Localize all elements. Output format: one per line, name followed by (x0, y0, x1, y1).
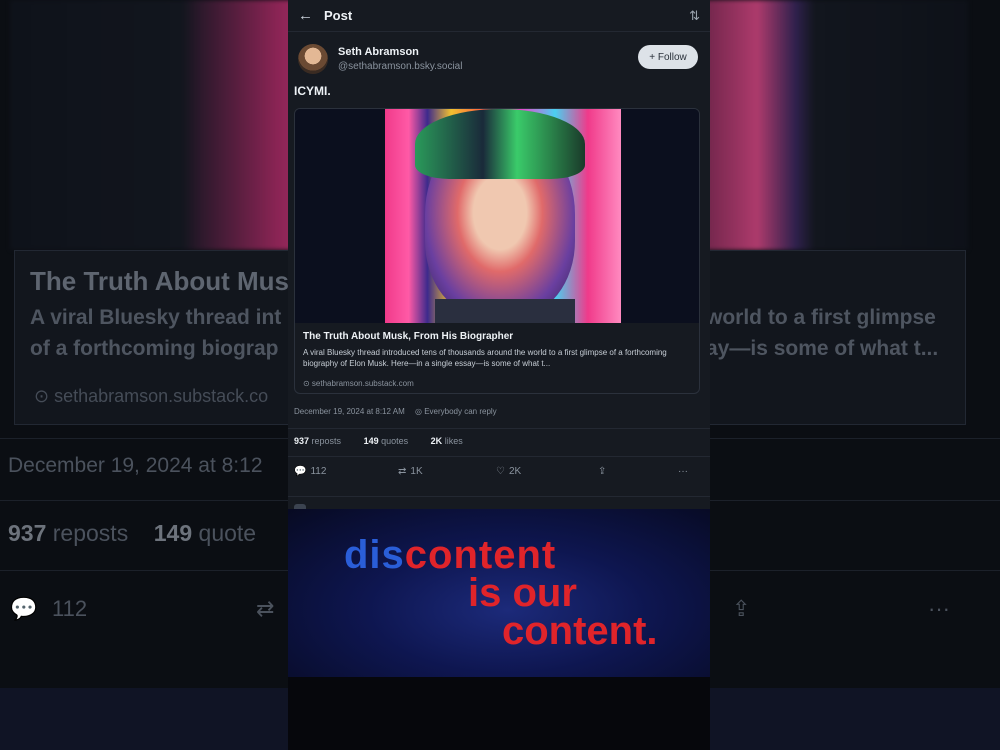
divider (288, 456, 710, 457)
page-title: Post (324, 8, 353, 23)
share-button[interactable]: ⇪ (598, 466, 606, 477)
globe-icon: ◎ (414, 407, 422, 416)
background-reply-count: 112 (52, 596, 88, 621)
video-overlay: discontent is our content. (288, 509, 710, 677)
link-card[interactable]: The Truth About Musk, From His Biographe… (294, 108, 700, 394)
reposts-count: 937 (294, 436, 310, 446)
background-desc-right1: world to a first glimpse (706, 306, 936, 329)
likes-stat[interactable]: 2K likes (431, 436, 473, 446)
link-card-description: A viral Bluesky thread introduced tens o… (303, 348, 667, 368)
divider (288, 428, 710, 429)
more-icon: ··· (678, 466, 688, 477)
like-button[interactable]: ♡ 2K (496, 466, 521, 477)
quotes-count: 149 (363, 436, 379, 446)
post-meta: December 19, 2024 at 8:12 AM ◎ Everybody… (294, 407, 497, 416)
repost-button[interactable]: ⇄ 1K (398, 466, 423, 477)
avatar[interactable] (298, 44, 328, 74)
like-count: 2K (508, 466, 522, 477)
quotes-label: quotes (381, 436, 409, 446)
overlay-dis: dis (344, 533, 405, 577)
background-desc-line1: A viral Bluesky thread int (30, 306, 282, 329)
quotes-stat[interactable]: 149 quotes (364, 436, 419, 446)
top-bar: ← Post ⇅ (288, 0, 710, 32)
sort-icon[interactable]: ⇅ (689, 8, 700, 24)
likes-label: likes (444, 436, 463, 446)
background-reply-icon: 💬 (10, 596, 38, 621)
reposts-stat[interactable]: 937 reposts (294, 436, 351, 446)
background-reposts-count: 937 (8, 520, 47, 546)
more-button[interactable]: ··· (678, 466, 688, 477)
background-reposts-label: reposts (52, 520, 129, 546)
background-desc-line2: of a forthcoming biograp (30, 337, 279, 360)
author-row: Seth Abramson @sethabramson.bsky.social … (296, 42, 702, 78)
post-timestamp: December 19, 2024 at 8:12 AM (294, 407, 405, 416)
portrait-hair (415, 109, 585, 179)
reply-icon: 💬 (294, 466, 307, 477)
author-handle[interactable]: @sethabramson.bsky.social (338, 61, 462, 72)
action-bar: 💬 112 ⇄ 1K ♡ 2K ⇪ ··· (294, 466, 702, 484)
background-desc-right2: ay—is some of what t... (706, 337, 939, 360)
divider (288, 496, 710, 497)
background-date: December 19, 2024 at 8:12 (8, 454, 263, 477)
link-card-image (295, 109, 699, 323)
likes-count: 2K (430, 436, 443, 446)
portrait-art (385, 109, 621, 323)
back-arrow-icon[interactable]: ← (298, 7, 324, 24)
link-card-title: The Truth About Musk, From His Biographe… (303, 331, 514, 342)
repost-count: 1K (410, 466, 423, 477)
background-share-icon: ⇪ (732, 596, 751, 621)
share-icon: ⇪ (598, 466, 607, 477)
background-quotes-count: 149 (153, 520, 193, 546)
background-source: ⊙ sethabramson.substack.co (34, 386, 269, 406)
post-text: ICYMI. (294, 84, 331, 98)
repost-icon: ⇄ (398, 466, 407, 477)
background-stats: 937 reposts 149 quote (8, 520, 256, 547)
reply-audience: Everybody can reply (424, 407, 497, 416)
background-link-title: The Truth About Mus (30, 266, 289, 296)
reply-count: 112 (310, 466, 327, 477)
heart-icon: ♡ (496, 466, 505, 477)
overlay-bottom (288, 677, 710, 750)
background-repost-icon: ⇄ (256, 596, 275, 621)
overlay-line3: content. (502, 609, 658, 653)
author-name[interactable]: Seth Abramson (338, 46, 419, 58)
follow-button[interactable]: + Follow (638, 45, 698, 69)
link-card-domain: ⊙ sethabramson.substack.com (303, 379, 414, 388)
portrait-shirt (435, 299, 575, 323)
background-quotes-label: quote (198, 520, 257, 546)
reposts-label: reposts (311, 436, 342, 446)
reply-button[interactable]: 💬 112 (294, 466, 326, 477)
background-more-icon: ··· (928, 596, 950, 621)
engagement-stats: 937 reposts 149 quotes 2K likes (294, 436, 483, 446)
